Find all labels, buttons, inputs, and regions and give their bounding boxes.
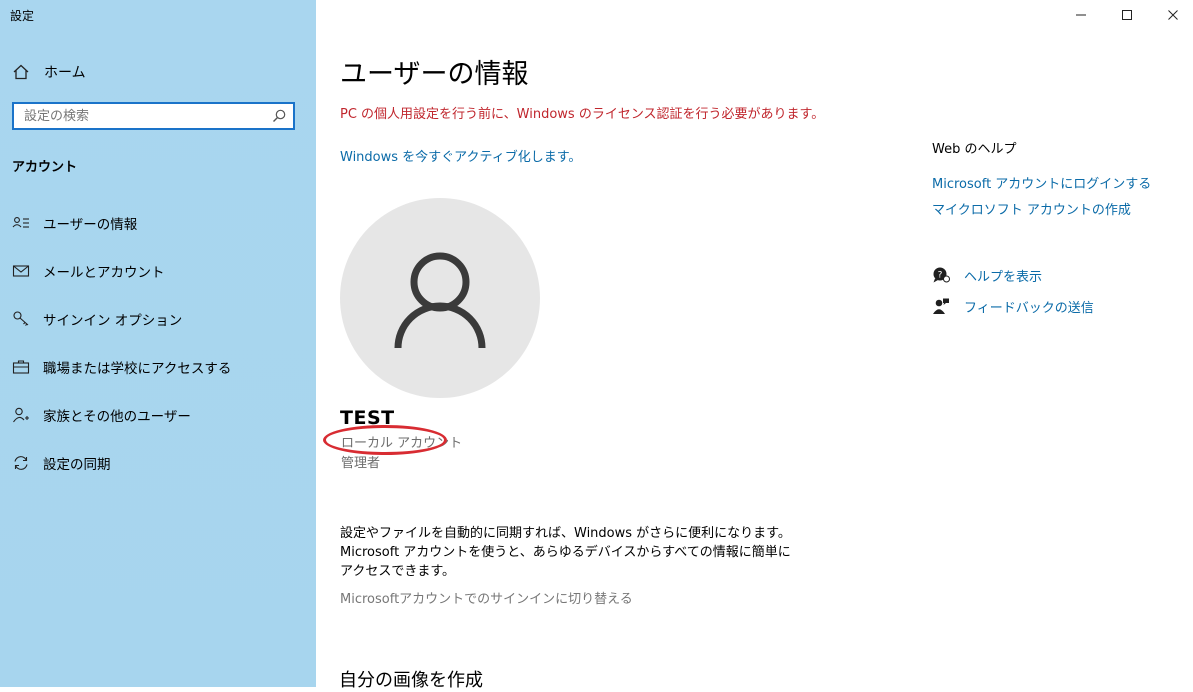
- annotation-circle: [323, 425, 447, 455]
- send-feedback-link[interactable]: フィードバックの送信: [932, 296, 1094, 316]
- minimize-icon: [1076, 14, 1086, 16]
- sidebar-item-sync[interactable]: 設定の同期: [12, 451, 111, 475]
- app-title: 設定: [10, 9, 35, 23]
- user-info-icon: [12, 214, 30, 232]
- close-button[interactable]: [1150, 0, 1193, 30]
- settings-search[interactable]: [12, 102, 295, 130]
- send-feedback-label: フィードバックの送信: [964, 300, 1094, 316]
- search-icon[interactable]: [271, 108, 287, 124]
- search-input[interactable]: [22, 104, 276, 128]
- feedback-icon: [932, 297, 950, 315]
- sidebar-item-user-info[interactable]: ユーザーの情報: [12, 211, 137, 235]
- activation-warning: PC の個人用設定を行う前に、Windows のライセンス認証を行う必要がありま…: [340, 107, 825, 122]
- sidebar-item-label: サインイン オプション: [43, 313, 183, 329]
- microsoft-login-link[interactable]: Microsoft アカウントにログインする: [932, 173, 1151, 192]
- sync-description: 設定やファイルを自動的に同期すれば、Windows がさらに便利になります。Mi…: [340, 526, 791, 579]
- show-help-label: ヘルプを表示: [964, 269, 1043, 285]
- help-chat-icon: ?: [932, 266, 950, 284]
- close-icon: [1168, 10, 1178, 20]
- web-help-heading: Web のヘルプ: [932, 142, 1017, 157]
- mail-icon: [12, 262, 30, 280]
- sidebar-item-family[interactable]: 家族とその他のユーザー: [12, 403, 191, 427]
- home-label: ホーム: [44, 65, 86, 81]
- user-icon: [394, 252, 486, 348]
- show-help-link[interactable]: ? ヘルプを表示: [932, 265, 1042, 285]
- avatar: [340, 198, 540, 398]
- sidebar-item-label: ユーザーの情報: [43, 217, 138, 233]
- sidebar-item-label: 設定の同期: [43, 457, 111, 473]
- svg-text:?: ?: [938, 271, 943, 281]
- maximize-button[interactable]: [1104, 0, 1150, 30]
- home-icon: [13, 64, 29, 80]
- home-nav[interactable]: ホーム: [12, 60, 86, 84]
- maximize-icon: [1122, 10, 1132, 20]
- page-title: ユーザーの情報: [340, 59, 529, 90]
- section-title: アカウント: [12, 160, 78, 175]
- sidebar: 設定 ホーム アカウント ユーザーの情報 メールとアカウント サインイン オプシ…: [0, 0, 316, 687]
- sync-icon: [12, 454, 30, 472]
- sidebar-item-signin-options[interactable]: サインイン オプション: [12, 307, 182, 331]
- briefcase-icon: [12, 358, 30, 376]
- key-icon: [12, 310, 30, 328]
- sidebar-item-work-school[interactable]: 職場または学校にアクセスする: [12, 355, 231, 379]
- person-add-icon: [12, 406, 30, 424]
- user-role: 管理者: [341, 456, 381, 471]
- create-picture-heading: 自分の画像を作成: [339, 670, 483, 691]
- sidebar-item-label: 職場または学校にアクセスする: [43, 361, 232, 377]
- minimize-button[interactable]: [1058, 0, 1104, 30]
- sidebar-item-mail[interactable]: メールとアカウント: [12, 259, 165, 283]
- switch-to-microsoft-account-link[interactable]: Microsoftアカウントでのサインインに切り替える: [340, 588, 633, 607]
- sidebar-item-label: メールとアカウント: [43, 265, 165, 281]
- activate-windows-link[interactable]: Windows を今すぐアクティブ化します。: [340, 146, 581, 165]
- sidebar-item-label: 家族とその他のユーザー: [43, 409, 191, 425]
- create-microsoft-account-link[interactable]: マイクロソフト アカウントの作成: [932, 199, 1131, 218]
